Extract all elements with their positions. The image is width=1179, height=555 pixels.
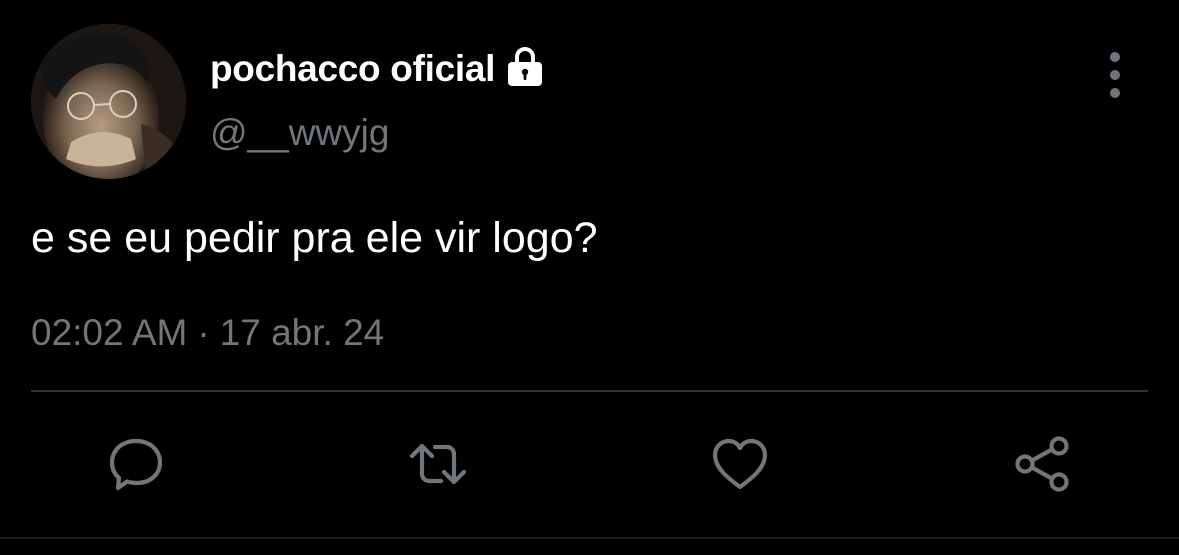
divider	[31, 390, 1148, 392]
tweet-text: e se eu pedir pra ele vir logo?	[31, 214, 598, 262]
display-name-row: pochacco oficial	[210, 44, 547, 94]
retweet-icon	[409, 443, 467, 485]
share-button[interactable]	[1010, 432, 1074, 496]
tweet-timestamp[interactable]: 02:02 AM · 17 abr. 24	[31, 312, 384, 354]
tweet-detail: pochacco oficial @__wwyjg e se eu pedir …	[0, 0, 1179, 555]
reply-icon	[109, 438, 163, 491]
more-dot	[1110, 70, 1120, 80]
tweet-date: 17 abr. 24	[219, 312, 385, 353]
tweet-time: 02:02 AM	[31, 312, 188, 353]
heart-icon	[712, 438, 768, 490]
meta-separator: ·	[197, 312, 210, 353]
retweet-button[interactable]	[406, 432, 470, 496]
more-dot	[1110, 88, 1120, 98]
more-vertical-icon[interactable]	[1100, 52, 1130, 98]
avatar-photo-icon	[31, 24, 186, 179]
share-icon	[1015, 436, 1069, 492]
reply-button[interactable]	[104, 432, 168, 496]
like-button[interactable]	[708, 432, 772, 496]
more-dot	[1110, 52, 1120, 62]
avatar[interactable]	[31, 24, 186, 179]
lock-icon	[503, 44, 547, 88]
display-name[interactable]: pochacco oficial	[210, 48, 495, 90]
user-handle[interactable]: @__wwyjg	[210, 112, 389, 154]
bottom-divider	[0, 537, 1179, 539]
